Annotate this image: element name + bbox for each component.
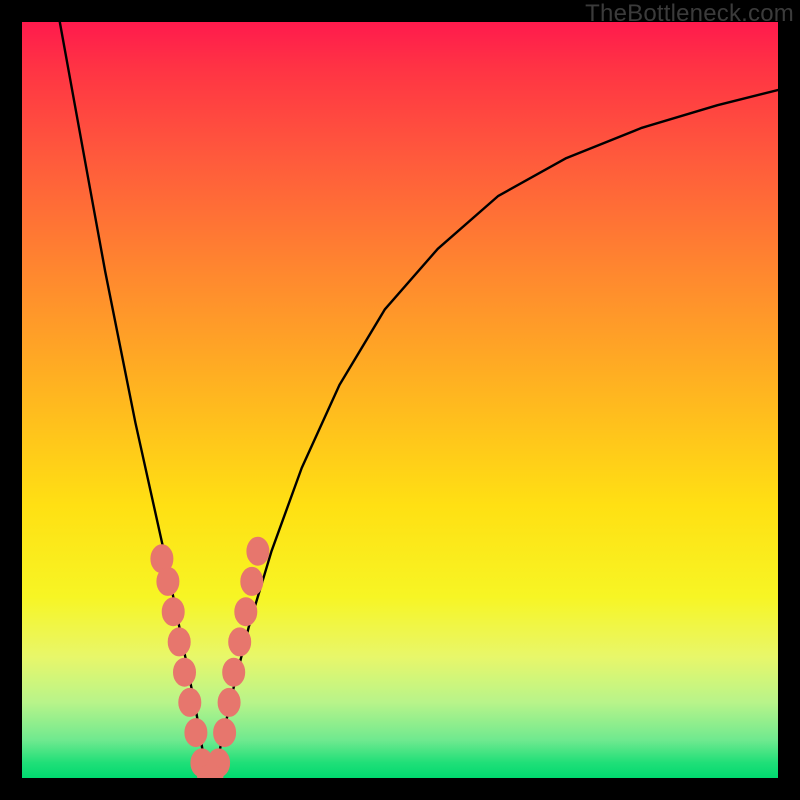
marker-point (235, 598, 257, 626)
marker-point (185, 719, 207, 747)
plot-area (22, 22, 778, 778)
marker-point (247, 537, 269, 565)
marker-point (229, 628, 251, 656)
marker-point (214, 719, 236, 747)
marker-point (174, 658, 196, 686)
marker-point (162, 598, 184, 626)
marker-point (241, 567, 263, 595)
chart-overlay (22, 22, 778, 778)
marker-valley (197, 766, 223, 778)
highlight-markers (151, 537, 269, 778)
marker-point (223, 658, 245, 686)
bottleneck-curve (60, 22, 778, 778)
marker-point (157, 567, 179, 595)
marker-point (218, 688, 240, 716)
marker-point (179, 688, 201, 716)
chart-frame: TheBottleneck.com (0, 0, 800, 800)
marker-point (168, 628, 190, 656)
